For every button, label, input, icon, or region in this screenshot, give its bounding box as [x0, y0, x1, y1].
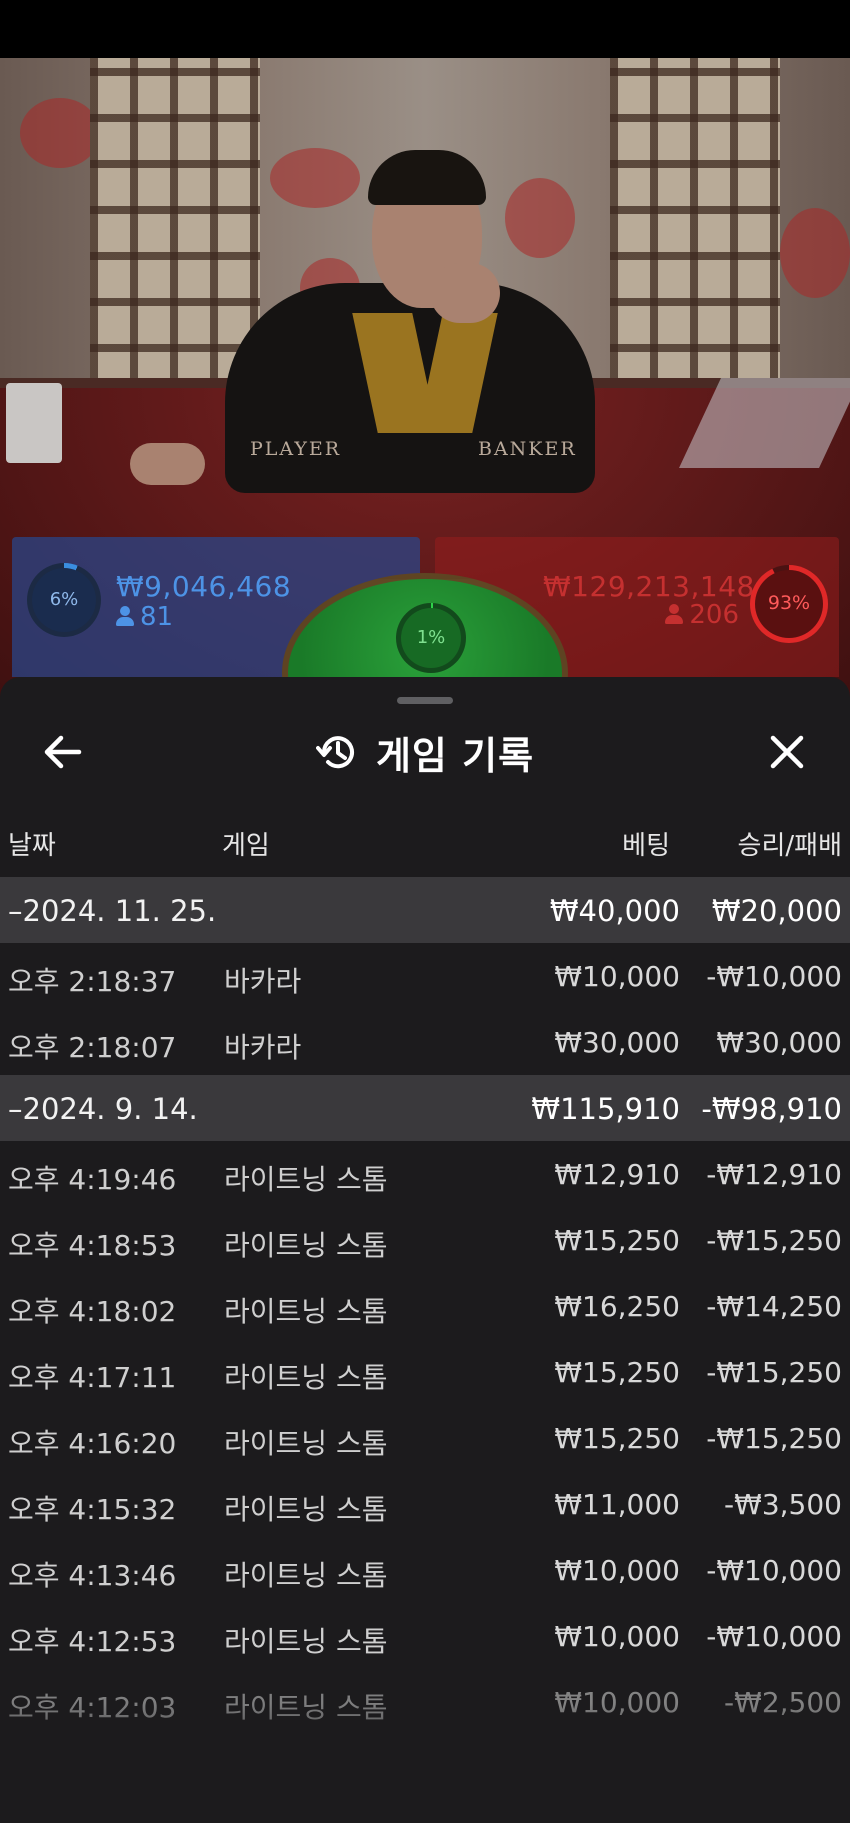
table-label-banker: BANKER [478, 438, 577, 460]
row-time: 오후 2:18:37 [8, 965, 177, 998]
column-header-result: 승리/패배 [737, 831, 842, 861]
row-bet: ₩30,000 [554, 1026, 680, 1059]
history-row[interactable]: 오후 4:19:46 라이트닝 스톰 ₩12,910 -₩12,910 [0, 1141, 850, 1207]
history-row[interactable]: 오후 4:18:02 라이트닝 스톰 ₩16,250 -₩14,250 [0, 1273, 850, 1339]
row-time: 오후 2:18:07 [8, 1031, 177, 1064]
lattice-screen-right [610, 58, 780, 398]
row-result: -₩12,910 [706, 1158, 842, 1191]
row-result: -₩15,250 [706, 1356, 842, 1389]
dealer-hand [130, 443, 205, 485]
row-bet: ₩12,910 [554, 1158, 680, 1191]
history-clock-icon [315, 736, 354, 769]
blossom-decoration [270, 148, 360, 208]
player-percent-ring: 6% [27, 563, 101, 637]
player-bettor-count: 81 [116, 602, 173, 632]
row-bet: ₩15,250 [554, 1356, 680, 1389]
row-game: 바카라 [224, 965, 302, 998]
banker-percent: 93% [767, 592, 811, 614]
row-game: 라이트닝 스톰 [224, 1295, 388, 1328]
row-time: 오후 4:18:53 [8, 1229, 177, 1262]
blossom-decoration [20, 98, 100, 168]
row-time: 오후 4:12:53 [8, 1625, 177, 1658]
row-result: -₩10,000 [706, 960, 842, 993]
row-result: -₩10,000 [706, 1620, 842, 1653]
row-bet: ₩15,250 [554, 1422, 680, 1455]
date-group-header[interactable]: –2024. 9. 14. ₩115,910 -₩98,910 [0, 1075, 850, 1141]
sheet-drag-handle[interactable] [397, 697, 453, 704]
history-row[interactable]: 오후 4:15:32 라이트닝 스톰 ₩11,000 -₩3,500 [0, 1471, 850, 1537]
row-time: 오후 4:19:46 [8, 1163, 177, 1196]
row-result: -₩14,250 [706, 1290, 842, 1323]
history-row[interactable]: 오후 4:18:53 라이트닝 스톰 ₩15,250 -₩15,250 [0, 1207, 850, 1273]
history-row[interactable]: 오후 2:18:37 바카라 ₩10,000 -₩10,000 [0, 943, 850, 1009]
banker-bet-amount: ₩129,213,148 [543, 570, 755, 603]
history-list: –2024. 11. 25. ₩40,000 ₩20,000 오후 2:18:3… [0, 877, 850, 1735]
player-percent: 6% [49, 589, 79, 610]
game-history-sheet: 게임 기록 날짜 게임 베팅 승리/패배 –2024. 11. 25. ₩40,… [0, 677, 850, 1823]
player-bettor-count-value: 81 [140, 602, 174, 632]
group-date: –2024. 9. 14. [8, 1092, 198, 1126]
lattice-screen-left [90, 58, 260, 398]
history-row[interactable]: 오후 2:18:07 바카라 ₩30,000 ₩30,000 [0, 1009, 850, 1075]
row-bet: ₩10,000 [554, 1620, 680, 1653]
row-time: 오후 4:18:02 [8, 1295, 177, 1328]
group-result-total: -₩98,910 [701, 1092, 842, 1126]
dealer-hand [430, 263, 500, 323]
row-bet: ₩15,250 [554, 1224, 680, 1257]
row-game: 라이트닝 스톰 [224, 1163, 388, 1196]
row-result: -₩15,250 [706, 1422, 842, 1455]
banker-bettor-count: 206 [543, 600, 739, 630]
person-icon [116, 606, 134, 626]
history-row[interactable]: 오후 4:16:20 라이트닝 스톰 ₩15,250 -₩15,250 [0, 1405, 850, 1471]
player-bet-amount: ₩9,046,468 [116, 570, 292, 603]
row-game: 라이트닝 스톰 [224, 1229, 388, 1262]
column-header-bet: 베팅 [622, 831, 670, 861]
banker-bettor-count-value: 206 [689, 600, 739, 630]
sheet-header: 게임 기록 [0, 727, 850, 778]
close-button[interactable] [752, 717, 822, 787]
group-bet-total: ₩40,000 [549, 894, 680, 928]
column-header-game: 게임 [222, 831, 270, 861]
row-result: -₩3,500 [724, 1488, 842, 1521]
date-group-header[interactable]: –2024. 11. 25. ₩40,000 ₩20,000 [0, 877, 850, 943]
close-icon [770, 735, 804, 769]
blossom-decoration [780, 208, 850, 298]
row-bet: ₩10,000 [554, 960, 680, 993]
row-game: 라이트닝 스톰 [224, 1559, 388, 1592]
card-stack [6, 383, 62, 463]
row-game: 바카라 [224, 1031, 302, 1064]
row-time: 오후 4:16:20 [8, 1427, 177, 1460]
row-time: 오후 4:17:11 [8, 1361, 177, 1394]
row-time: 오후 4:15:32 [8, 1493, 177, 1526]
row-game: 라이트닝 스톰 [224, 1493, 388, 1526]
page-title: 게임 기록 [375, 733, 535, 778]
person-icon [665, 604, 684, 624]
row-bet: ₩10,000 [554, 1554, 680, 1587]
column-header-date: 날짜 [8, 831, 56, 861]
history-row[interactable]: 오후 4:17:11 라이트닝 스톰 ₩15,250 -₩15,250 [0, 1339, 850, 1405]
group-date: –2024. 11. 25. [8, 894, 217, 928]
group-bet-total: ₩115,910 [531, 1092, 680, 1126]
history-row[interactable]: 오후 4:12:53 라이트닝 스톰 ₩10,000 -₩10,000 [0, 1603, 850, 1669]
tie-percent-ring: 1% [396, 603, 466, 673]
blossom-decoration [505, 178, 575, 258]
row-game: 라이트닝 스톰 [224, 1625, 388, 1658]
row-result: -₩15,250 [706, 1224, 842, 1257]
row-bet: ₩11,000 [554, 1488, 680, 1521]
row-game: 라이트닝 스톰 [224, 1427, 388, 1460]
tie-percent: 1% [416, 627, 446, 648]
table-label-player: PLAYER [250, 438, 342, 460]
row-game: 라이트닝 스톰 [224, 1361, 388, 1394]
scroll-fade [0, 1703, 850, 1823]
group-result-total: ₩20,000 [711, 894, 842, 928]
banker-percent-ring: 93% [750, 565, 828, 643]
row-result: ₩30,000 [716, 1026, 842, 1059]
row-result: -₩10,000 [706, 1554, 842, 1587]
row-bet: ₩16,250 [554, 1290, 680, 1323]
history-row[interactable]: 오후 4:13:46 라이트닝 스톰 ₩10,000 -₩10,000 [0, 1537, 850, 1603]
row-time: 오후 4:13:46 [8, 1559, 177, 1592]
